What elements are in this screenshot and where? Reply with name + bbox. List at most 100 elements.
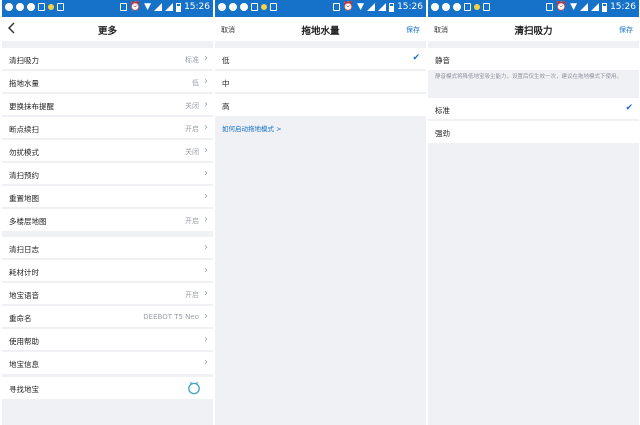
mop-mode-help-link[interactable]: 如何启动拖地模式 > bbox=[222, 123, 282, 133]
chevron-right-icon: › bbox=[204, 53, 208, 64]
battery-icon bbox=[602, 2, 608, 12]
setting-value: 开启 bbox=[185, 291, 199, 299]
system-icons: ⏰ ▼ 15:26 bbox=[332, 2, 423, 12]
option-label: 静音 bbox=[435, 56, 450, 65]
suction-power-screen: ⏰ ▼ 15:26 取消 清扫吸力 保存 静音 静音模式将降低地宝吸尘能力，设置… bbox=[428, 0, 639, 425]
save-button[interactable]: 保存 bbox=[406, 25, 420, 35]
setting-row-mop-reminder[interactable]: 更换抹布提醒 关闭 › bbox=[2, 94, 213, 116]
app-notification-icon-2 bbox=[27, 3, 35, 11]
alarm-icon: ⏰ bbox=[555, 2, 568, 12]
sim-icon bbox=[464, 3, 471, 11]
setting-row-schedule[interactable]: 清扫预约 › bbox=[2, 163, 213, 185]
app-notification-icon bbox=[229, 3, 237, 11]
option-label: 标准 bbox=[435, 106, 450, 115]
signal-icon-2 bbox=[165, 3, 174, 11]
image-icon bbox=[483, 3, 490, 11]
nav-bar: 更多 bbox=[2, 17, 213, 41]
setting-label: 地宝信息 bbox=[9, 360, 39, 369]
suction-option-standard[interactable]: 标准 ✔ bbox=[428, 98, 639, 120]
yellow-dot-icon bbox=[48, 4, 54, 10]
chevron-right-icon: › bbox=[204, 145, 208, 156]
status-time: 15:26 bbox=[184, 2, 210, 12]
setting-label: 耗材计时 bbox=[9, 268, 39, 277]
mute-mode-note: 静音模式将降低地宝吸尘能力，设置后仅生效一次，建议在拖地模式下使用。 bbox=[435, 74, 623, 80]
water-option-low[interactable]: 低 ✔ bbox=[215, 48, 426, 70]
find-robot-label: 寻找地宝 bbox=[9, 385, 39, 394]
setting-row-consumables[interactable]: 耗材计时 › bbox=[2, 260, 213, 282]
nav-bar: 取消 拖地水量 保存 bbox=[215, 17, 426, 41]
chevron-right-icon: › bbox=[204, 76, 208, 87]
chevron-right-icon: › bbox=[204, 99, 208, 110]
suction-option-mute[interactable]: 静音 bbox=[428, 48, 639, 70]
status-bar: ⏰ ▼ 15:26 bbox=[215, 0, 426, 17]
setting-row-resume-cleaning[interactable]: 断点续扫 开启 › bbox=[2, 117, 213, 139]
sim-icon bbox=[38, 3, 45, 11]
wifi-icon: ▼ bbox=[357, 2, 365, 12]
app-notification-icon-2 bbox=[240, 3, 248, 11]
vibrate-icon bbox=[545, 3, 553, 11]
wifi-icon: ▼ bbox=[144, 2, 152, 12]
check-icon: ✔ bbox=[625, 103, 633, 113]
yellow-dot-icon bbox=[474, 4, 480, 10]
setting-value: 开启 bbox=[185, 125, 199, 133]
app-notification-icon bbox=[442, 3, 450, 11]
chevron-right-icon: › bbox=[204, 265, 208, 276]
setting-label: 清扫日志 bbox=[9, 245, 39, 254]
setting-value: 低 bbox=[192, 79, 199, 87]
chevron-right-icon: › bbox=[204, 191, 208, 202]
option-label: 强劲 bbox=[435, 129, 450, 138]
wechat-icon bbox=[5, 3, 13, 11]
water-option-high[interactable]: 高 bbox=[215, 94, 426, 116]
water-level-screen: ⏰ ▼ 15:26 取消 拖地水量 保存 低 ✔ 中 高 如何启动拖地模式 > bbox=[215, 0, 426, 425]
setting-label: 拖地水量 bbox=[9, 79, 39, 88]
setting-row-water-level[interactable]: 拖地水量 低 › bbox=[2, 71, 213, 93]
setting-row-robot-info[interactable]: 地宝信息 › bbox=[2, 352, 213, 374]
setting-row-do-not-disturb[interactable]: 勿扰模式 关闭 › bbox=[2, 140, 213, 162]
robot-icon bbox=[188, 381, 200, 395]
option-label: 高 bbox=[222, 102, 230, 111]
setting-row-help[interactable]: 使用帮助 › bbox=[2, 329, 213, 351]
setting-label: 清扫预约 bbox=[9, 171, 39, 180]
vibrate-icon bbox=[332, 3, 340, 11]
system-icons: ⏰ ▼ 15:26 bbox=[545, 2, 636, 12]
setting-value: 标准 bbox=[185, 56, 199, 64]
setting-label: 更换抹布提醒 bbox=[9, 102, 54, 111]
notification-icons bbox=[5, 3, 64, 11]
setting-label: 勿扰模式 bbox=[9, 148, 39, 157]
signal-icon-2 bbox=[378, 3, 387, 11]
setting-label: 重命名 bbox=[9, 314, 32, 323]
nav-bar: 取消 清扫吸力 保存 bbox=[428, 17, 639, 41]
save-button[interactable]: 保存 bbox=[619, 25, 633, 35]
status-time: 15:26 bbox=[610, 2, 636, 12]
wifi-icon: ▼ bbox=[570, 2, 578, 12]
notification-icons bbox=[218, 3, 277, 11]
setting-row-suction[interactable]: 清扫吸力 标准 › bbox=[2, 48, 213, 70]
setting-row-cleaning-log[interactable]: 清扫日志 › bbox=[2, 237, 213, 259]
wechat-icon bbox=[218, 3, 226, 11]
chevron-right-icon: › bbox=[204, 168, 208, 179]
check-icon: ✔ bbox=[412, 53, 420, 63]
notification-icons bbox=[431, 3, 490, 11]
app-notification-icon bbox=[16, 3, 24, 11]
setting-label: 地宝语音 bbox=[9, 291, 39, 300]
setting-value: 开启 bbox=[185, 217, 199, 225]
setting-row-reset-map[interactable]: 重置地图 › bbox=[2, 186, 213, 208]
suction-option-strong[interactable]: 强劲 bbox=[428, 121, 639, 143]
chevron-right-icon: › bbox=[204, 122, 208, 133]
more-settings-screen: ⏰ ▼ 15:26 更多 清扫吸力 标准 › 拖地水量 低 › 更换抹布提醒 关… bbox=[2, 0, 213, 425]
status-time: 15:26 bbox=[397, 2, 423, 12]
setting-label: 多楼层地图 bbox=[9, 217, 47, 226]
setting-row-rename[interactable]: 重命名 DEEBOT T5 Neo › bbox=[2, 306, 213, 328]
setting-row-voice[interactable]: 地宝语音 开启 › bbox=[2, 283, 213, 305]
signal-icon-2 bbox=[591, 3, 600, 11]
page-title: 更多 bbox=[97, 26, 117, 37]
water-option-medium[interactable]: 中 bbox=[215, 71, 426, 93]
chevron-right-icon: › bbox=[204, 214, 208, 225]
signal-icon bbox=[367, 3, 376, 11]
find-robot-row[interactable]: 寻找地宝 bbox=[2, 377, 213, 399]
setting-label: 使用帮助 bbox=[9, 337, 39, 346]
signal-icon bbox=[154, 3, 163, 11]
setting-row-multi-floor-map[interactable]: 多楼层地图 开启 › bbox=[2, 209, 213, 231]
image-icon bbox=[57, 3, 64, 11]
content-background bbox=[215, 116, 426, 425]
